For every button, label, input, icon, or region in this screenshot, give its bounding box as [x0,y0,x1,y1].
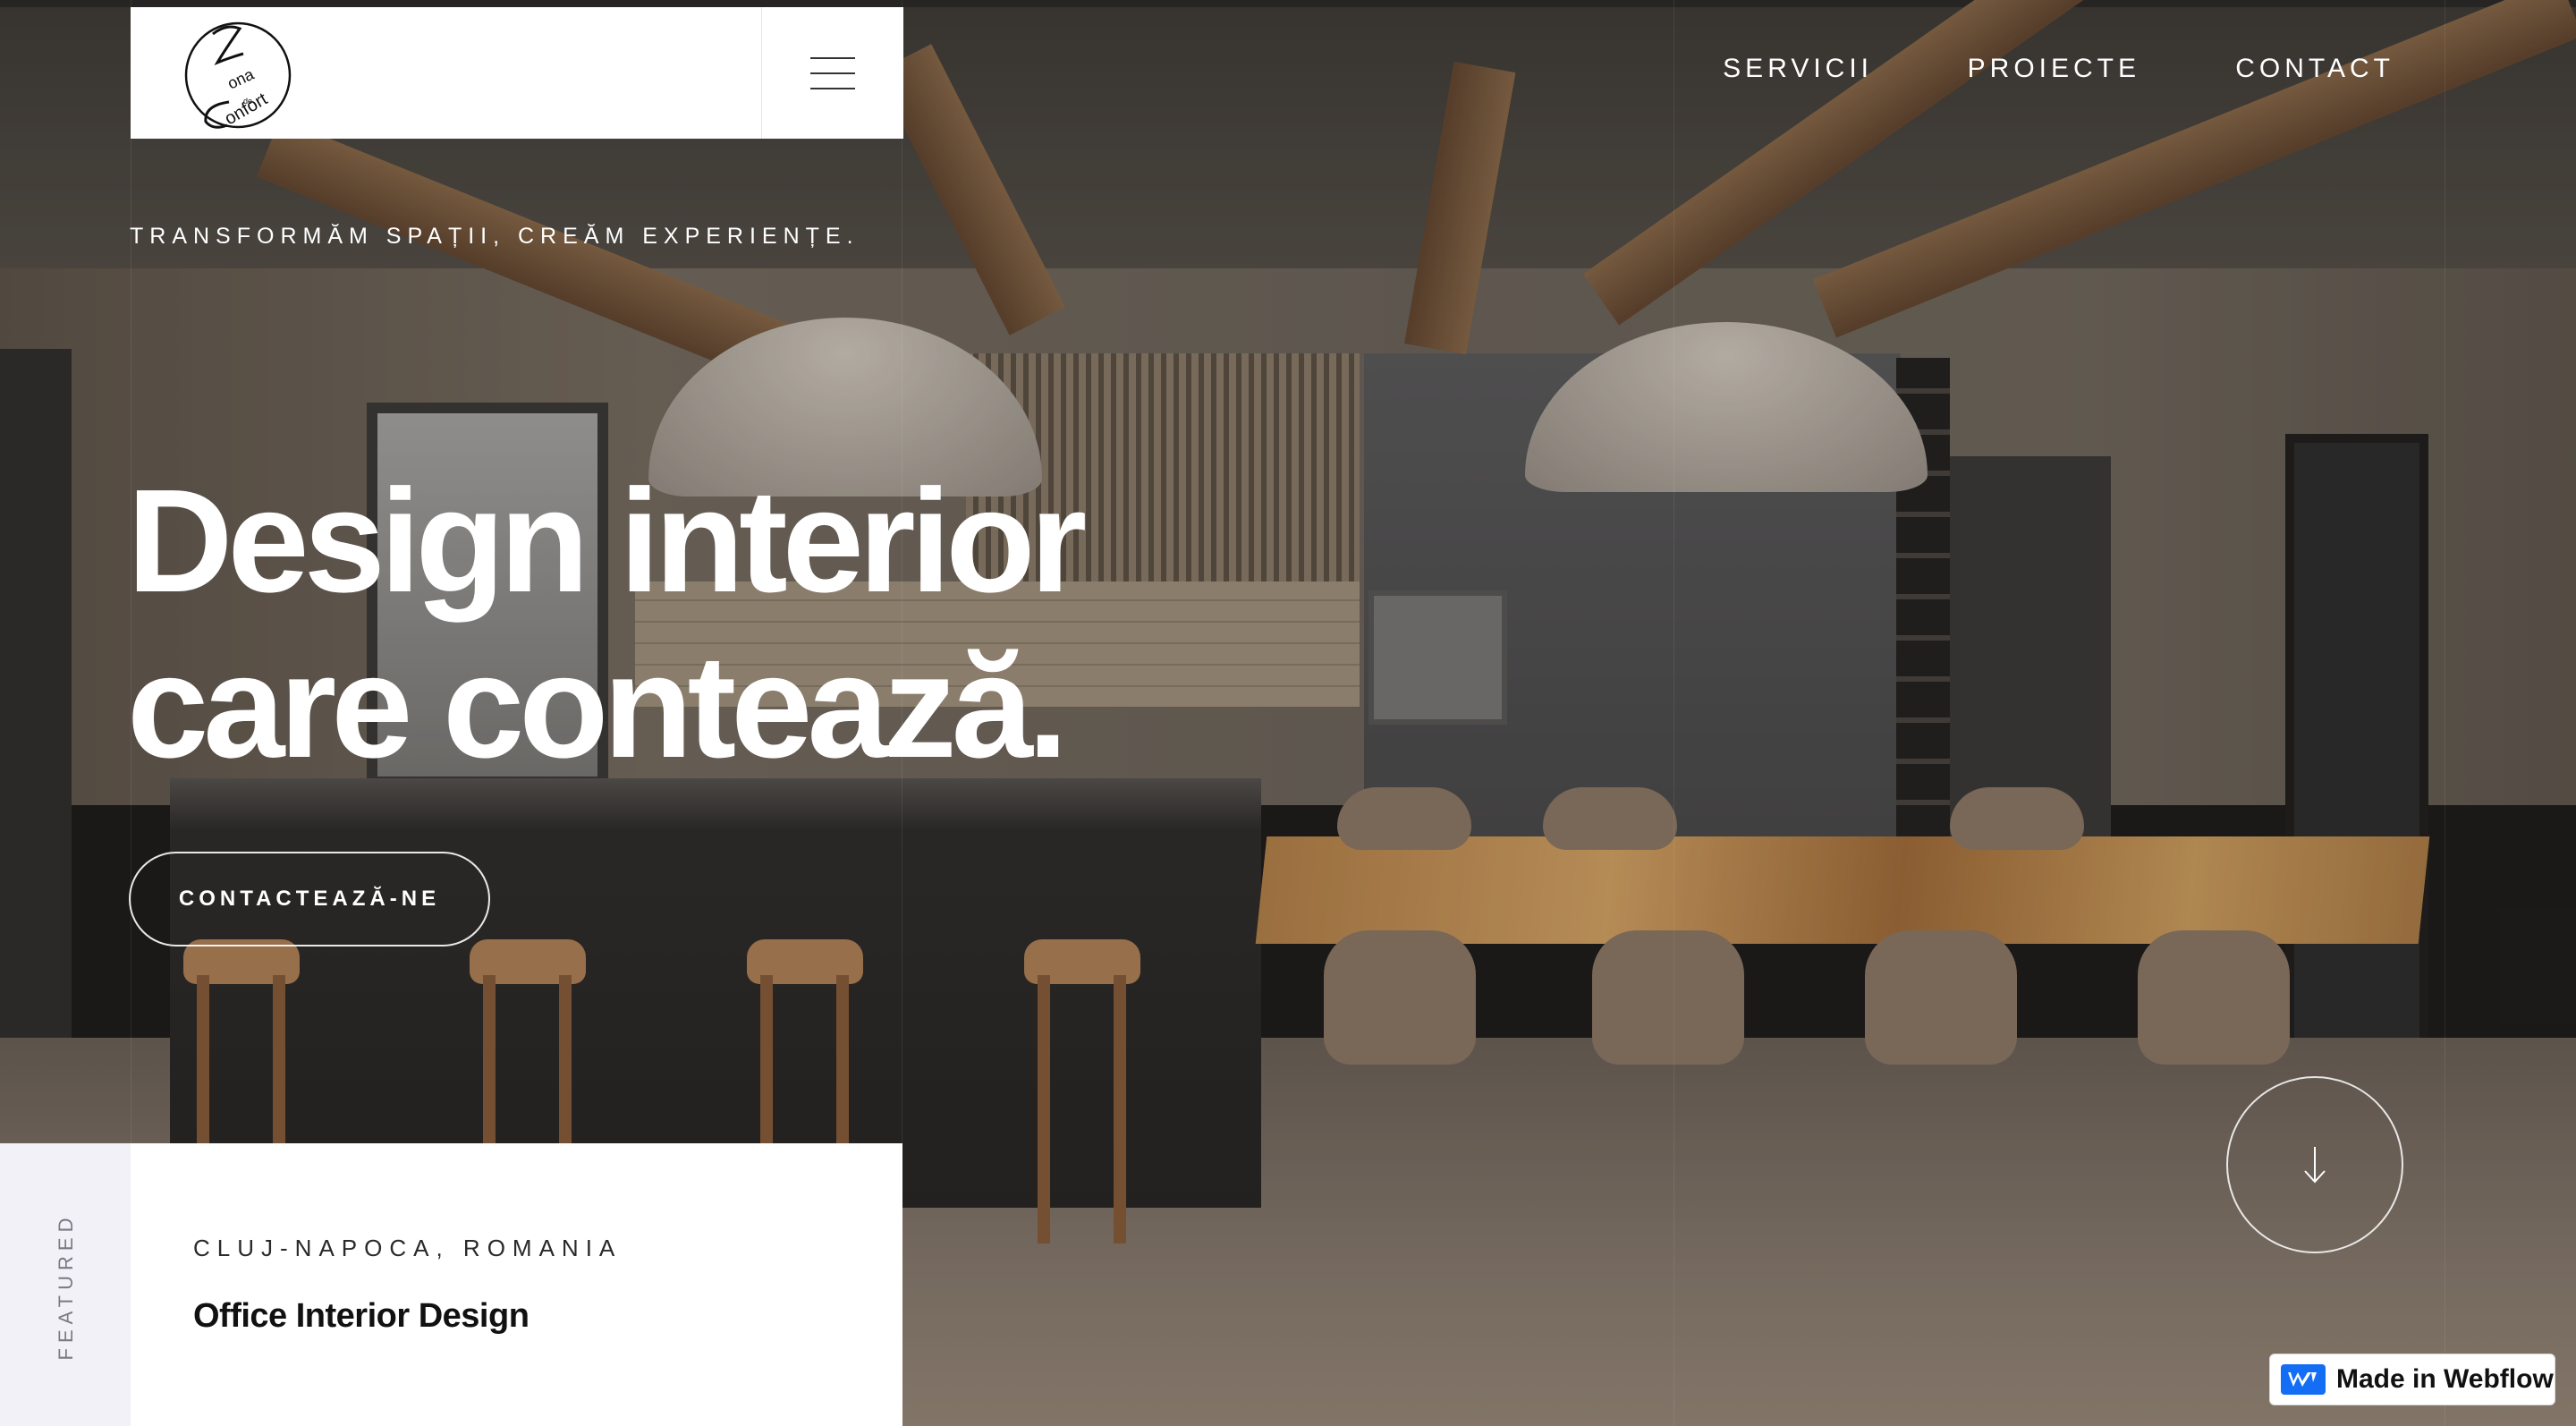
header-brand-box: ona de onfort [131,7,903,139]
contact-cta-button[interactable]: CONTACTEAZĂ-NE [129,852,490,946]
nav-link-proiecte[interactable]: PROIECTE [1968,54,2140,84]
hamburger-menu-button[interactable] [761,7,903,139]
nav-link-servicii[interactable]: SERVICII [1723,54,1873,84]
featured-location: CLUJ-NAPOCA, ROMANIA [193,1235,623,1261]
hero-title-line-1: Design interior [127,459,1087,623]
arrow-down-icon [2304,1147,2326,1184]
hero-tagline: TRANSFORMĂM SPAȚII, CREĂM EXPERIENȚE. [130,224,860,249]
svg-text:ona: ona [225,64,258,92]
made-in-webflow-badge[interactable]: Made in Webflow [2269,1354,2555,1405]
zona-confort-logo: ona de onfort [184,21,292,129]
featured-card-body: CLUJ-NAPOCA, ROMANIA Office Interior Des… [131,1143,902,1426]
svg-text:onfort: onfort [222,89,272,129]
contact-cta-label: CONTACTEAZĂ-NE [178,887,441,911]
hero-title: Design interior care contează. [127,458,1087,789]
webflow-logo-icon [2281,1364,2326,1395]
hero-title-line-2: care contează. [127,624,1068,788]
hamburger-menu-icon [810,56,855,89]
featured-label: FEATURED [55,1212,77,1361]
featured-project-card[interactable]: FEATURED CLUJ-NAPOCA, ROMANIA Office Int… [0,1143,902,1426]
made-in-webflow-label: Made in Webflow [2336,1364,2554,1394]
featured-project-title[interactable]: Office Interior Design [193,1297,530,1336]
featured-sidebar: FEATURED [0,1143,131,1426]
scroll-down-button[interactable] [2226,1076,2403,1253]
nav-link-contact[interactable]: CONTACT [2235,54,2394,84]
logo-link[interactable]: ona de onfort [131,7,761,139]
